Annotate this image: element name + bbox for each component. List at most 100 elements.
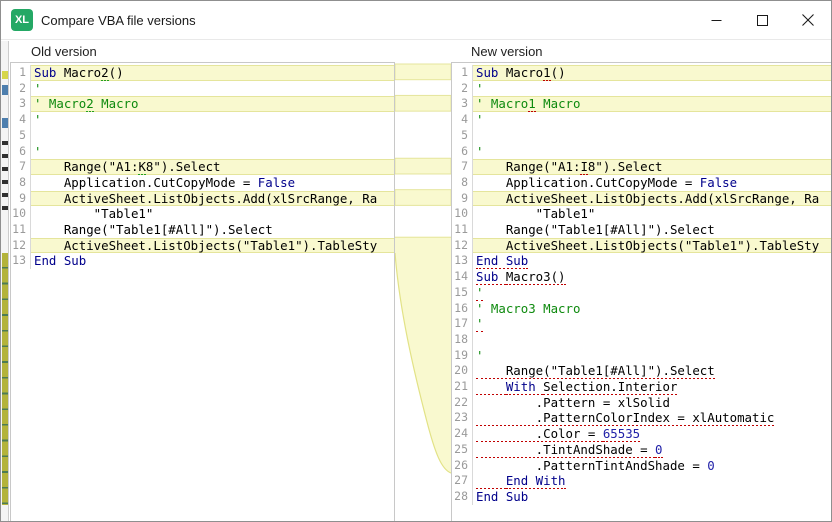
code-line: 8 Application.CutCopyMode = False <box>11 174 394 191</box>
close-button[interactable] <box>785 1 831 39</box>
code-text: ' <box>476 316 484 332</box>
window-title: Compare VBA file versions <box>41 12 196 28</box>
code-text: ' <box>34 112 42 128</box>
code-text: .PatternTintAndShade = 0 <box>476 457 715 474</box>
line-number: 6 <box>452 143 473 160</box>
code-line: 8 Application.CutCopyMode = False <box>452 174 831 191</box>
line-number: 7 <box>452 159 473 175</box>
code-text: Range("A1:K8").Select <box>31 159 394 175</box>
code-text: .Color = 65535 <box>476 426 641 442</box>
code-line: 4 ' <box>452 112 831 128</box>
ruler-position-mark <box>2 85 8 95</box>
code-line: 12 ActiveSheet.ListObjects("Table1").Tab… <box>11 237 394 254</box>
line-number: 11 <box>11 222 31 238</box>
code-line: 2 ' <box>11 80 394 97</box>
code-text: End With <box>473 473 831 489</box>
code-line: 26 .PatternTintAndShade = 0 <box>452 457 831 474</box>
code-text: Sub Macro2() <box>31 65 394 81</box>
diff-connector <box>395 63 451 474</box>
line-number: 14 <box>452 269 473 285</box>
line-number: 13 <box>452 253 473 270</box>
code-text: Sub Macro3() <box>476 269 566 285</box>
line-number: 2 <box>452 80 473 97</box>
line-number: 17 <box>452 316 473 332</box>
line-number: 19 <box>452 347 473 364</box>
old-version-header: Old version <box>31 44 97 59</box>
line-number: 3 <box>11 96 31 113</box>
code-text: ' Macro1 Macro <box>473 96 831 113</box>
code-line: 9 ActiveSheet.ListObjects.Add(xlSrcRange… <box>452 190 831 207</box>
line-number: 9 <box>11 190 31 207</box>
line-number: 3 <box>452 96 473 113</box>
code-line: 27 End With <box>452 473 831 489</box>
code-text: With Selection.Interior <box>473 379 831 395</box>
code-line: 3 ' Macro1 Macro <box>452 96 831 113</box>
ruler-inserted-block <box>2 253 8 505</box>
code-line: 14 Sub Macro3() <box>452 269 831 285</box>
code-text: "Table1" <box>34 206 154 222</box>
code-text: End Sub <box>34 253 87 269</box>
code-line: 5 <box>11 127 394 144</box>
code-line: 16 ' Macro3 Macro <box>452 300 831 317</box>
code-text: ' <box>34 143 42 159</box>
code-line: 11 Range("Table1[#All]").Select <box>452 222 831 238</box>
code-text: End Sub <box>476 253 529 270</box>
maximize-button[interactable] <box>739 1 785 39</box>
line-number: 24 <box>452 426 473 442</box>
changed-row-band <box>395 94 451 112</box>
code-text: ' <box>476 143 484 159</box>
old-code-pane[interactable]: 1 Sub Macro2() 2 ' 3 ' Macro2 Macro 4 ' 5 6 ' 7 Ran… <box>10 62 395 521</box>
code-text: "Table1" <box>476 206 596 222</box>
line-number: 5 <box>452 127 473 144</box>
code-line: 23 .PatternColorIndex = xlAutomatic <box>452 410 831 427</box>
line-number: 4 <box>452 112 473 128</box>
line-number: 23 <box>452 410 473 427</box>
line-number: 15 <box>452 284 473 301</box>
line-number: 28 <box>452 488 473 505</box>
new-version-header: New version <box>471 44 543 59</box>
code-line: 7 Range("A1:K8").Select <box>11 159 394 175</box>
old-code-body: 1 Sub Macro2() 2 ' 3 ' Macro2 Macro 4 ' 5 6 ' 7 Ran… <box>11 65 394 270</box>
line-number: 1 <box>11 65 31 81</box>
code-text: ActiveSheet.ListObjects.Add(xlSrcRange, … <box>473 190 831 207</box>
code-line: 21 With Selection.Interior <box>452 379 831 395</box>
line-number: 13 <box>11 253 31 270</box>
line-number: 4 <box>11 112 31 128</box>
code-line: 28 End Sub <box>452 488 831 505</box>
code-line: 19 ' <box>452 347 831 364</box>
line-number: 8 <box>11 174 31 191</box>
line-number: 7 <box>11 159 31 175</box>
code-line: 25 .TintAndShade = 0 <box>452 441 831 458</box>
code-text: Range("Table1[#All]").Select <box>34 222 273 238</box>
close-icon <box>802 14 814 26</box>
line-number: 9 <box>452 190 473 207</box>
code-text: .PatternColorIndex = xlAutomatic <box>476 410 775 427</box>
code-line: 17 ' <box>452 316 831 332</box>
new-code-pane[interactable]: 1 Sub Macro1() 2 ' 3 ' Macro1 Macro 4 ' 5 6 ' 7 Ran… <box>451 62 831 521</box>
code-text: ActiveSheet.ListObjects("Table1").TableS… <box>473 237 831 254</box>
line-number: 8 <box>452 174 473 191</box>
line-number: 2 <box>11 80 31 97</box>
ruler-position-mark <box>2 118 8 128</box>
titlebar: XL Compare VBA file versions <box>1 1 831 40</box>
code-line: 6 ' <box>452 143 831 160</box>
line-number: 6 <box>11 143 31 160</box>
overview-ruler[interactable] <box>1 41 9 521</box>
code-text: .Pattern = xlSolid <box>476 394 670 411</box>
code-line: 15 ' <box>452 284 831 301</box>
code-text: ' Macro3 Macro <box>476 300 581 317</box>
line-number: 22 <box>452 394 473 411</box>
code-text: ActiveSheet.ListObjects.Add(xlSrcRange, … <box>31 190 394 207</box>
ruler-change-mark <box>2 71 8 79</box>
code-line: 24 .Color = 65535 <box>452 426 831 442</box>
line-number: 12 <box>452 237 473 254</box>
code-text: Range("Table1[#All]").Select <box>476 363 715 380</box>
minimize-button[interactable] <box>693 1 739 39</box>
line-number: 10 <box>452 206 473 223</box>
code-line: 2 ' <box>452 80 831 97</box>
new-code-body: 1 Sub Macro1() 2 ' 3 ' Macro1 Macro 4 ' 5 6 ' 7 Ran… <box>452 65 831 505</box>
changed-row-band <box>395 63 451 81</box>
code-text: End Sub <box>476 488 529 504</box>
